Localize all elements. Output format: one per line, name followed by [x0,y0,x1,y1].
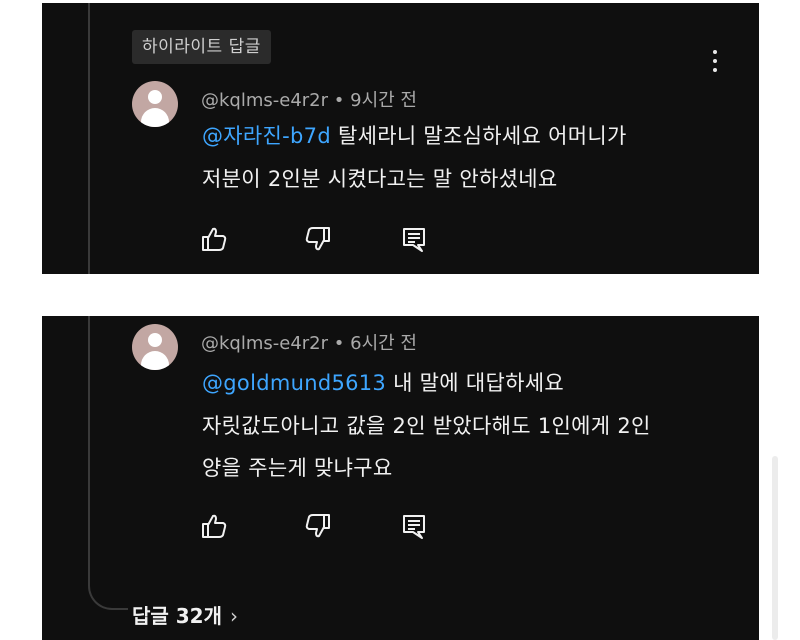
highlight-reply-badge: 하이라이트 답글 [132,30,271,64]
thumbs-down-icon[interactable] [304,512,332,540]
comment-panel-1: 하이라이트 답글 @kqlms-e4r2r • 9시간 전 @자라진-b7d 탈… [42,3,759,274]
more-options-button[interactable] [704,45,726,77]
comment-text: 내 말에 대답하세요 [393,371,564,395]
comment-meta: @kqlms-e4r2r • 6시간 전 [201,329,417,355]
comment-panel-2: @kqlms-e4r2r • 6시간 전 @goldmund5613 내 말에 … [42,316,759,640]
comment-time[interactable]: 6시간 전 [350,333,417,354]
reply-icon[interactable] [400,512,428,540]
scrollbar[interactable] [772,456,778,640]
avatar[interactable] [132,81,178,127]
mention-link[interactable]: @자라진-b7d [202,124,331,148]
comment-text-line-1: @goldmund5613 내 말에 대답하세요 [202,367,564,397]
comment-text-line-1: @자라진-b7d 탈세라니 말조심하세요 어머니가 [202,120,627,150]
meta-separator: • [333,333,345,354]
comment-meta: @kqlms-e4r2r • 9시간 전 [201,86,417,112]
thumbs-down-icon[interactable] [304,225,332,253]
replies-count-label: 답글 32개 [132,604,222,628]
view-replies-link[interactable]: 답글 32개 › [132,600,238,629]
mention-link[interactable]: @goldmund5613 [202,371,386,395]
comment-text: 탈세라니 말조심하세요 어머니가 [337,124,627,148]
comment-text-line-3: 양을 주는게 맞냐구요 [202,456,393,480]
author-name[interactable]: @kqlms-e4r2r [201,333,328,354]
chevron-right-icon: › [230,604,238,628]
thumbs-up-icon[interactable] [200,512,228,540]
comment-time[interactable]: 9시간 전 [350,90,417,111]
thread-line [88,3,90,274]
author-name[interactable]: @kqlms-e4r2r [201,90,328,111]
thread-line [88,316,90,586]
thumbs-up-icon[interactable] [200,225,228,253]
reply-icon[interactable] [400,225,428,253]
thread-curve [88,584,128,610]
comment-text-line-2: 저분이 2인분 시켰다고는 말 안하셨네요 [202,167,558,191]
comment-text-line-2: 자릿값도아니고 값을 2인 받았다해도 1인에게 2인 [202,414,651,438]
more-vert-icon [713,50,717,54]
meta-separator: • [333,90,345,111]
avatar[interactable] [132,324,178,370]
